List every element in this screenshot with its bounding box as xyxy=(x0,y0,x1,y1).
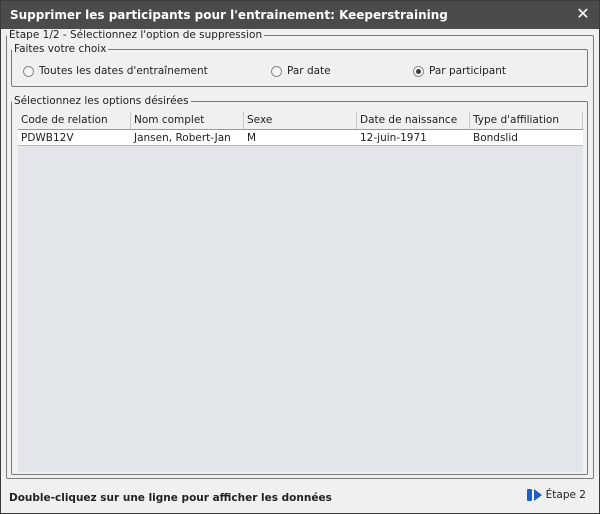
radio-label: Toutes les dates d'entraînement xyxy=(39,65,208,77)
column-header[interactable]: Date de naissance xyxy=(357,112,470,129)
column-header[interactable]: Sexe xyxy=(244,112,357,129)
table-cell: PDWB12V xyxy=(21,132,74,144)
grid-header: Code de relation Nom complet Sexe Date d… xyxy=(18,112,583,130)
radio-label: Par participant xyxy=(429,65,506,77)
radio-button-selected[interactable] xyxy=(413,65,424,77)
radio-by-participant[interactable]: Par participant xyxy=(413,65,506,77)
next-step-icon xyxy=(526,489,542,501)
radio-all-dates[interactable]: Toutes les dates d'entraînement xyxy=(23,65,208,77)
table-cell: 12-juin-1971 xyxy=(360,132,427,144)
participants-grid[interactable]: Code de relation Nom complet Sexe Date d… xyxy=(18,112,583,472)
dialog-window: Supprimer les participants pour l'entrai… xyxy=(0,0,600,514)
options-legend: Sélectionnez les options désirées xyxy=(14,95,189,107)
radio-button[interactable] xyxy=(23,65,34,77)
table-cell: Bondslid xyxy=(473,132,518,144)
table-cell: M xyxy=(247,132,257,144)
title-bar[interactable]: Supprimer les participants pour l'entrai… xyxy=(1,1,599,29)
next-step-button[interactable]: Étape 2 xyxy=(526,488,586,502)
close-icon[interactable]: ✕ xyxy=(574,5,592,23)
table-cell: Jansen, Robert-Jan xyxy=(134,132,231,144)
footer-hint: Double-cliquez sur une ligne pour affich… xyxy=(9,492,332,504)
radio-by-date[interactable]: Par date xyxy=(271,65,331,77)
column-header[interactable]: Nom complet xyxy=(131,112,244,129)
next-step-label: Étape 2 xyxy=(545,489,586,501)
radio-button[interactable] xyxy=(271,65,282,77)
window-title: Supprimer les participants pour l'entrai… xyxy=(10,8,448,22)
radio-label: Par date xyxy=(287,65,331,77)
table-row[interactable]: PDWB12V Jansen, Robert-Jan M 12-juin-197… xyxy=(18,130,583,146)
choice-legend: Faites votre choix xyxy=(14,43,107,55)
column-header[interactable]: Code de relation xyxy=(18,112,131,129)
step-legend: Étape 1/2 - Sélectionnez l'option de sup… xyxy=(9,29,263,41)
column-header[interactable]: Type d'affiliation xyxy=(470,112,583,129)
